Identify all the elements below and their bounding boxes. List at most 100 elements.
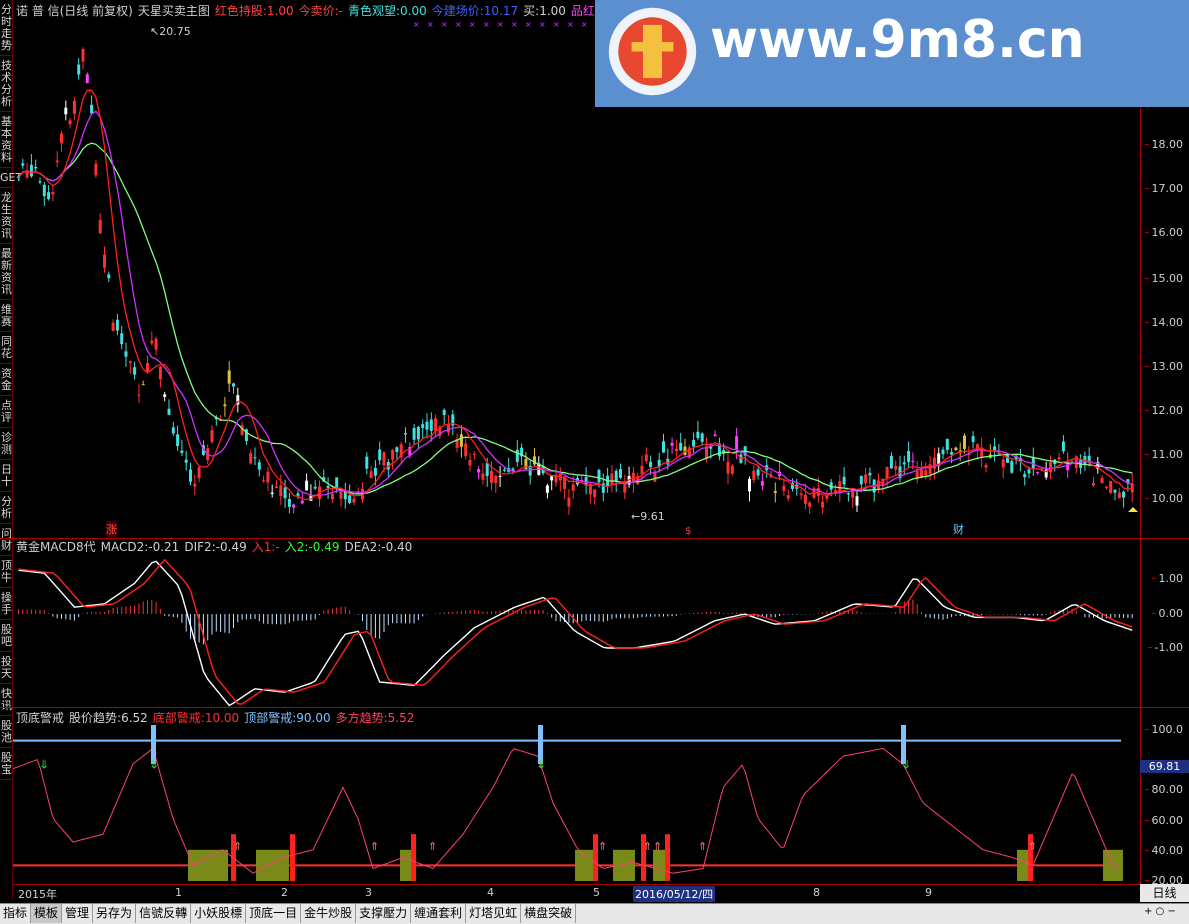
candle-body [176, 434, 180, 447]
candle-body [614, 470, 618, 482]
osc-current-value: 69.81 [1140, 760, 1189, 773]
event-flag-zhang[interactable]: 涨 [106, 521, 117, 537]
sidebar-tab[interactable]: GET [0, 172, 22, 188]
candle-body [1113, 489, 1117, 493]
bottom-tab[interactable]: 横盘突破 [521, 904, 577, 923]
sidebar-tab[interactable]: 同花 [0, 336, 13, 364]
date-axis: 2015年 1 2 3 4 5 2016/05/12/四 8 9 [13, 884, 1140, 902]
indicator-label: 顶部警戒: [244, 711, 297, 725]
candle-body [773, 491, 777, 493]
up-arrow-icon: ⇑ [698, 840, 707, 853]
candle-body [924, 470, 928, 476]
candle-body [1092, 482, 1095, 486]
panel-separator [0, 707, 1189, 708]
indicator-label: MACD2: [100, 540, 149, 554]
bottom-tab[interactable]: 金牛炒股 [301, 904, 357, 923]
bottom-tab[interactable]: 灯塔见虹 [466, 904, 522, 923]
sidebar-tab[interactable]: 股宝 [0, 752, 13, 780]
candle-body [821, 501, 825, 508]
sidebar-tab[interactable]: 股池 [0, 720, 13, 748]
candle-body [184, 459, 188, 463]
bottom-zone-block [653, 849, 667, 881]
sidebar-tab[interactable]: 维赛 [0, 304, 13, 332]
up-arrow-icon: ⇑ [1028, 840, 1037, 853]
sidebar-tab[interactable]: 股吧 [0, 624, 13, 652]
candle-body [730, 465, 734, 474]
candle-body [494, 475, 498, 484]
candle-body [223, 404, 227, 407]
indicator-title: 诺 普 信(日线 前复权) [16, 4, 133, 18]
sidebar-tab[interactable]: 快讯 [0, 688, 13, 716]
candle-body [180, 450, 184, 453]
candle-body [726, 461, 730, 474]
sidebar-tab[interactable]: 技术分析 [0, 60, 13, 112]
candle-body [838, 481, 842, 492]
indicator-label: 红色持股: [214, 4, 267, 18]
bottom-tab[interactable]: 顶底一目 [246, 904, 302, 923]
axis-tick-label: 10.00 [1144, 492, 1183, 505]
sidebar-tab[interactable]: 点评 [0, 400, 13, 428]
sidebar-tab[interactable]: 基本资料 [0, 116, 13, 168]
bottom-tab[interactable]: 管理 [62, 904, 94, 923]
candle-body [171, 427, 175, 434]
indicator-label: 入2: [284, 540, 309, 554]
bottom-tab[interactable]: 指标 [0, 904, 32, 923]
sidebar-tab[interactable]: 操手 [0, 592, 13, 620]
indicator-value-item: 入1:- [252, 540, 280, 554]
indicator-label: 入1: [251, 540, 276, 554]
candle-body [257, 462, 261, 470]
event-flag-dollar[interactable]: $ [685, 526, 691, 537]
bottom-tab[interactable]: 支撑壓力 [356, 904, 412, 923]
sidebar-tab[interactable]: 顶牛 [0, 560, 13, 588]
candle-body [447, 424, 450, 433]
indicator-value-item: 今建场价:10.17 [432, 4, 518, 18]
bottom-tab[interactable]: 信號反轉 [136, 904, 192, 923]
sidebar-tab[interactable]: 问财 [0, 528, 13, 556]
signal-mark: × [539, 20, 546, 29]
bottom-signal-bar [665, 834, 670, 881]
bottom-tab[interactable]: 另存为 [93, 904, 137, 923]
period-selector[interactable]: 日线 [1140, 884, 1189, 902]
sidebar-tab[interactable]: 龙生资讯 [0, 192, 13, 244]
bottom-tab[interactable]: 模板 [31, 904, 63, 923]
date-tick: 2 [281, 886, 288, 899]
candle-body [283, 487, 287, 499]
bottom-signal-bar [290, 834, 295, 881]
signal-mark: × [441, 20, 448, 29]
candle-body [472, 453, 476, 455]
event-flag-cai[interactable]: 财 [953, 521, 964, 537]
indicator-value: 10.00 [204, 711, 240, 725]
candle-body [90, 104, 94, 114]
candle-body [700, 433, 704, 442]
candle-body [851, 490, 855, 498]
candle-body [713, 434, 717, 437]
candle-body [1036, 471, 1040, 473]
sidebar-tab[interactable]: 分析 [0, 496, 13, 524]
candle-body [666, 458, 670, 465]
sidebar-tab[interactable]: 诊测 [0, 432, 13, 460]
sidebar-tab[interactable]: 投天 [0, 656, 13, 684]
sidebar-tab[interactable]: 分时走势 [0, 4, 13, 56]
candle-body [72, 100, 76, 114]
candle-body [154, 338, 158, 350]
macd-indicator-header: 黄金MACD8代 MACD2:-0.21 DIF2:-0.49 入1:- 入2:-0.4… [16, 540, 417, 554]
candle-body [670, 442, 674, 446]
sidebar-tab[interactable]: 日十 [0, 464, 13, 492]
axis-tick-label: 60.00 [1144, 814, 1183, 827]
sidebar-tab[interactable]: 最新资讯 [0, 248, 13, 300]
bottom-tab[interactable]: 小妖股標 [191, 904, 247, 923]
up-arrow-icon: ⇑ [370, 840, 379, 853]
sidebar-tab[interactable]: 资金 [0, 368, 13, 396]
date-tick: 1 [175, 886, 182, 899]
indicator-value-item: 入2:-0.49 [285, 540, 340, 554]
axis-tick-label: 16.00 [1144, 226, 1183, 239]
bottom-tab[interactable]: 缠通套利 [411, 904, 467, 923]
candle-body [679, 442, 683, 451]
chart-area[interactable]: ××××××××××××××⇓⇓⇓⇓⇑⇑⇑⇑⇑⇑⇑⇑ [12, 0, 1140, 884]
chart-canvas[interactable]: ××××××××××××××⇓⇓⇓⇓⇑⇑⇑⇑⇑⇑⇑⇑ [12, 0, 1140, 884]
candle-body [640, 465, 644, 474]
zoom-controls[interactable]: + ○ − [1144, 906, 1176, 917]
candle-body [373, 468, 377, 476]
candle-body [77, 64, 81, 75]
candle-body [29, 164, 33, 177]
